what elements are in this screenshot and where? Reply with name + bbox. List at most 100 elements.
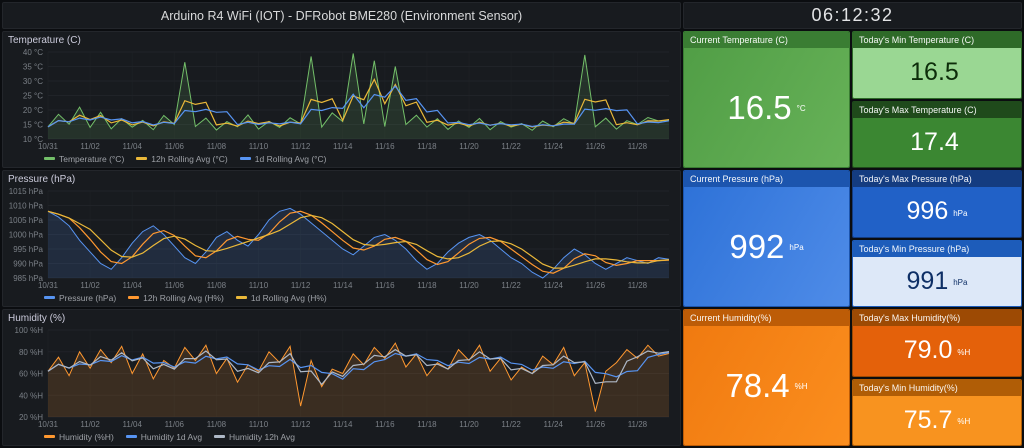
svg-text:11/04: 11/04 xyxy=(122,281,142,290)
stat-value: 75.7 xyxy=(904,406,953,435)
svg-text:10 °C: 10 °C xyxy=(23,135,43,144)
stat-min-pressure: Today's Min Pressure (hPa) 991hPa xyxy=(852,240,1022,308)
stat-value: 78.4 xyxy=(725,367,789,405)
svg-text:11/10: 11/10 xyxy=(249,142,269,151)
temperature-legend: Temperature (°C) 12h Rolling Avg (°C) 1d… xyxy=(8,152,675,165)
stat-value: 16.5 xyxy=(727,89,791,127)
svg-text:11/24: 11/24 xyxy=(544,281,564,290)
clock-time: 06:12:32 xyxy=(811,5,893,26)
stat-current-pressure: Current Pressure (hPa) 992hPa xyxy=(683,170,850,307)
svg-text:11/22: 11/22 xyxy=(501,281,521,290)
svg-text:11/20: 11/20 xyxy=(459,281,479,290)
legend-item-pressure-1d-avg[interactable]: 1d Rolling Avg (H%) xyxy=(236,293,327,303)
svg-text:1005 hPa: 1005 hPa xyxy=(9,216,44,225)
svg-text:11/12: 11/12 xyxy=(291,281,311,290)
svg-text:11/06: 11/06 xyxy=(165,420,185,429)
legend-marker xyxy=(128,296,139,299)
legend-item-pressure-12h-avg[interactable]: 12h Rolling Avg (H%) xyxy=(128,293,224,303)
humidity-panel-title[interactable]: Humidity (%) xyxy=(8,313,675,326)
svg-text:11/14: 11/14 xyxy=(333,281,353,290)
legend-marker xyxy=(240,157,251,160)
grafana-dashboard: Arduino R4 WiFi (IOT) - DFRobot BME280 (… xyxy=(0,0,1024,448)
legend-label: 12h Rolling Avg (H%) xyxy=(143,293,224,303)
stat-value: 16.5 xyxy=(910,58,959,87)
svg-text:40 °C: 40 °C xyxy=(23,48,43,57)
svg-text:11/18: 11/18 xyxy=(417,281,437,290)
stat-body: 992hPa xyxy=(684,187,849,306)
stat-current-humidity: Current Humidity(%) 78.4%H xyxy=(683,309,850,446)
legend-label: Temperature (°C) xyxy=(59,154,124,164)
svg-text:11/26: 11/26 xyxy=(586,420,606,429)
humidity-panel: Humidity (%) 10/3111/0211/0411/0611/0811… xyxy=(2,309,681,446)
svg-text:11/24: 11/24 xyxy=(544,142,564,151)
svg-text:11/28: 11/28 xyxy=(628,281,648,290)
stat-title: Today's Max Humidity(%) xyxy=(853,310,1021,326)
stat-min-temperature: Today's Min Temperature (C) 16.5 xyxy=(852,31,1022,99)
stat-current-temperature: Current Temperature (C) 16.5°C xyxy=(683,31,850,168)
svg-text:11/28: 11/28 xyxy=(628,142,648,151)
svg-text:11/08: 11/08 xyxy=(207,420,227,429)
stat-value: 17.4 xyxy=(910,128,959,157)
stat-title: Today's Max Temperature (C) xyxy=(853,102,1021,118)
svg-text:30 °C: 30 °C xyxy=(23,77,43,86)
legend-marker xyxy=(44,296,55,299)
legend-marker xyxy=(214,435,225,438)
stat-unit: %H xyxy=(957,345,970,357)
svg-text:11/20: 11/20 xyxy=(459,420,479,429)
legend-item-humidity[interactable]: Humidity (%H) xyxy=(44,432,114,442)
legend-label: 1d Rolling Avg (H%) xyxy=(251,293,327,303)
stat-title: Current Pressure (hPa) xyxy=(684,171,849,187)
stat-max-humidity: Today's Max Humidity(%) 79.0 %H xyxy=(852,309,1022,377)
legend-label: Humidity 12h Avg xyxy=(229,432,295,442)
stat-title: Today's Max Pressure (hPa) xyxy=(853,171,1021,187)
temperature-stat-group: Current Temperature (C) 16.5°C Today's M… xyxy=(683,31,1022,168)
svg-text:11/12: 11/12 xyxy=(291,142,311,151)
svg-text:11/24: 11/24 xyxy=(544,420,564,429)
legend-label: Humidity (%H) xyxy=(59,432,114,442)
legend-label: 1d Rolling Avg (°C) xyxy=(255,154,327,164)
svg-text:35 °C: 35 °C xyxy=(23,63,43,72)
stat-max-pressure: Today's Max Pressure (hPa) 996hPa xyxy=(852,170,1022,238)
stat-body: 17.4 xyxy=(853,118,1021,168)
svg-text:20 °C: 20 °C xyxy=(23,106,43,115)
temperature-panel-title[interactable]: Temperature (C) xyxy=(8,35,675,48)
legend-item-humidity-12h-avg[interactable]: Humidity 12h Avg xyxy=(214,432,295,442)
temperature-minmax: Today's Min Temperature (C) 16.5 Today's… xyxy=(852,31,1022,168)
stat-value: 79.0 xyxy=(904,336,953,365)
legend-label: Pressure (hPa) xyxy=(59,293,116,303)
stat-title: Today's Min Humidity(%) xyxy=(853,380,1021,396)
svg-text:11/12: 11/12 xyxy=(291,420,311,429)
stat-unit: hPa xyxy=(953,206,967,218)
svg-text:11/26: 11/26 xyxy=(586,142,606,151)
legend-item-pressure[interactable]: Pressure (hPa) xyxy=(44,293,116,303)
stat-body: 991hPa xyxy=(853,257,1021,307)
stat-unit: hPa xyxy=(953,275,967,287)
svg-text:995 hPa: 995 hPa xyxy=(13,245,43,254)
svg-text:11/20: 11/20 xyxy=(459,142,479,151)
stat-body: 78.4 %H xyxy=(684,326,849,445)
svg-text:1010 hPa: 1010 hPa xyxy=(9,202,44,211)
svg-text:11/22: 11/22 xyxy=(501,142,521,151)
svg-text:11/08: 11/08 xyxy=(207,281,227,290)
svg-text:11/18: 11/18 xyxy=(417,420,437,429)
legend-item-temp-1d-avg[interactable]: 1d Rolling Avg (°C) xyxy=(240,154,327,164)
stat-body: 16.5 xyxy=(853,48,1021,98)
stat-title: Today's Min Temperature (C) xyxy=(853,32,1021,48)
svg-text:60 %H: 60 %H xyxy=(19,370,43,379)
legend-item-humidity-1d-avg[interactable]: Humidity 1d Avg xyxy=(126,432,202,442)
svg-text:11/16: 11/16 xyxy=(375,420,395,429)
stat-body: 996hPa xyxy=(853,187,1021,237)
legend-item-temp-12h-avg[interactable]: 12h Rolling Avg (°C) xyxy=(136,154,227,164)
svg-text:11/26: 11/26 xyxy=(586,281,606,290)
stat-max-temperature: Today's Max Temperature (C) 17.4 xyxy=(852,101,1022,169)
pressure-panel-title[interactable]: Pressure (hPa) xyxy=(8,174,675,187)
legend-item-temperature[interactable]: Temperature (°C) xyxy=(44,154,124,164)
stat-min-humidity: Today's Min Humidity(%) 75.7 %H xyxy=(852,379,1022,447)
stat-unit: %H xyxy=(957,414,970,426)
svg-text:990 hPa: 990 hPa xyxy=(13,260,43,269)
svg-text:11/16: 11/16 xyxy=(375,142,395,151)
svg-text:1000 hPa: 1000 hPa xyxy=(9,231,44,240)
stat-unit: %H xyxy=(795,380,808,392)
stat-unit: °C xyxy=(797,102,806,114)
legend-marker xyxy=(136,157,147,160)
